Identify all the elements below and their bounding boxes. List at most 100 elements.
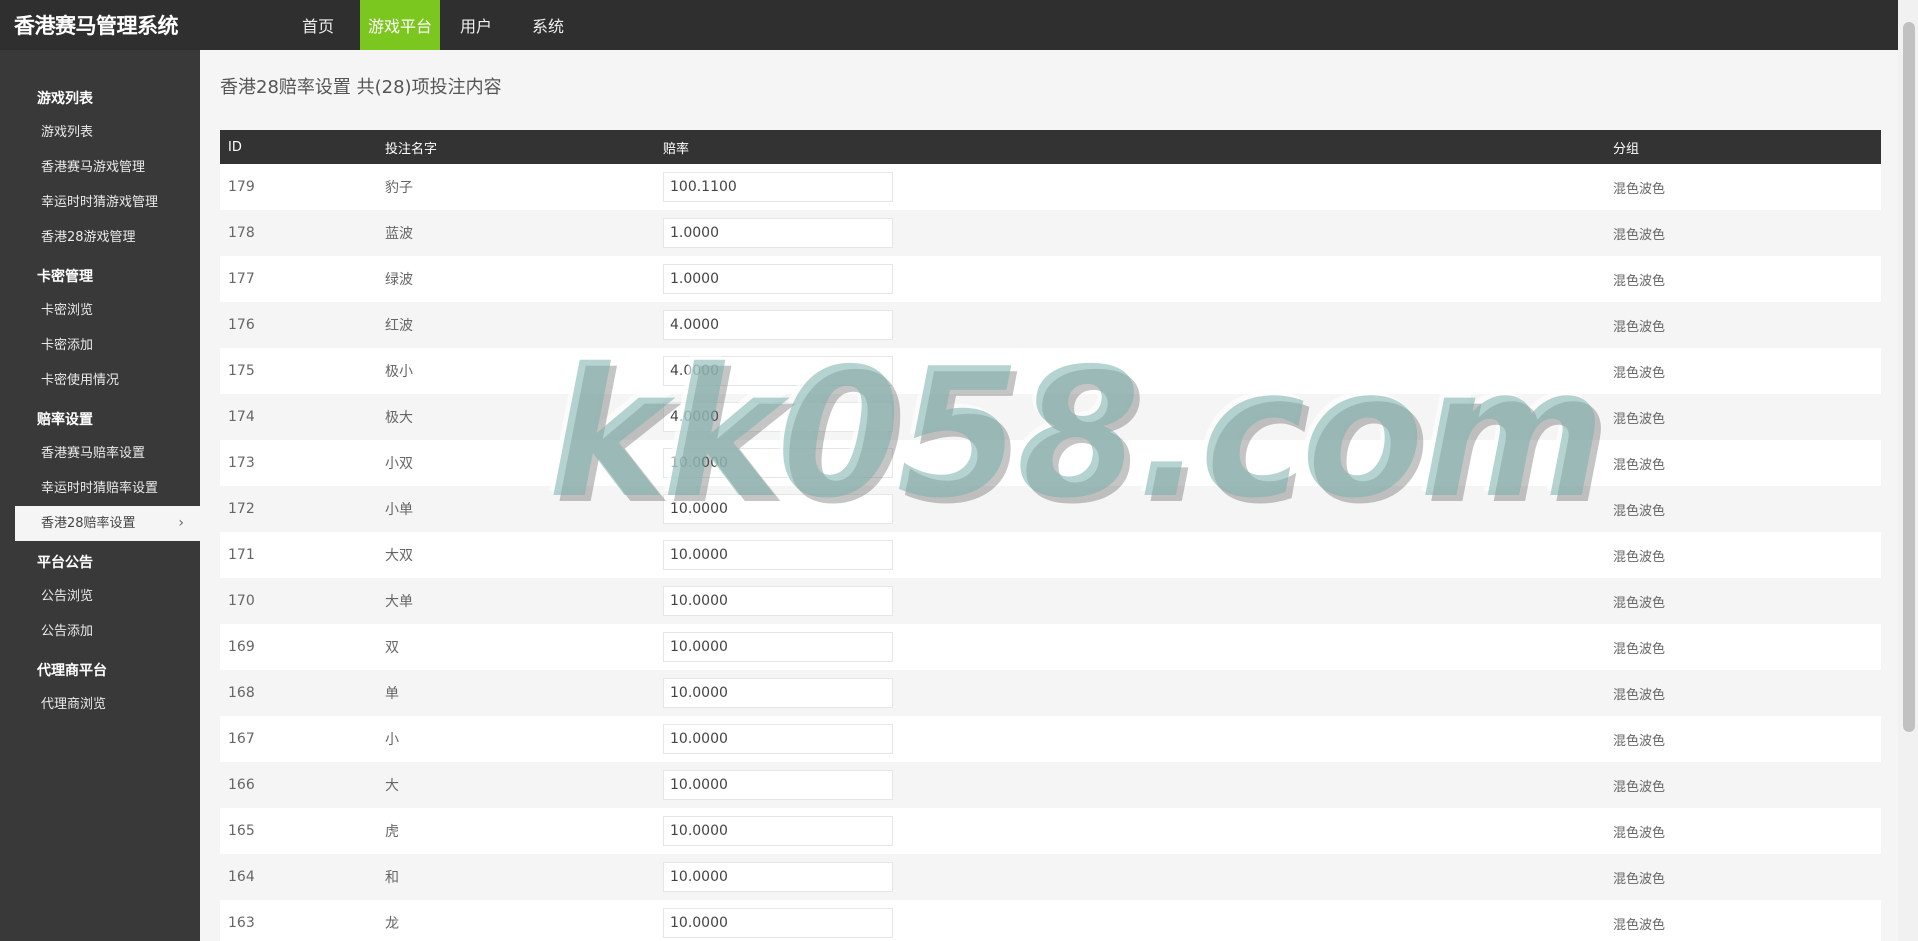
cell-group: 混色波色 [1613, 595, 1666, 611]
cell-odds [655, 762, 1605, 808]
cell-group: 混色波色 [1613, 227, 1666, 243]
odds-input[interactable] [663, 678, 893, 708]
cell-odds [655, 808, 1605, 854]
cell-bet-name: 大 [385, 778, 399, 794]
table-row: 165 虎 混色波色 [220, 808, 1881, 854]
odds-input[interactable] [663, 862, 893, 892]
odds-input[interactable] [663, 540, 893, 570]
nav-home[interactable]: 首页 [282, 0, 360, 50]
sidebar: 游戏列表 游戏列表 香港赛马游戏管理 幸运时时猜游戏管理 香港28游戏管理 卡密管理 卡密浏… [0, 50, 200, 941]
odds-input[interactable] [663, 356, 893, 386]
cell-id: 179 [228, 179, 255, 195]
cell-bet-name: 小 [385, 732, 399, 748]
odds-input[interactable] [663, 586, 893, 616]
cell-group: 混色波色 [1613, 365, 1666, 381]
cell-bet-name: 红波 [385, 318, 413, 334]
odds-input[interactable] [663, 494, 893, 524]
cell-group: 混色波色 [1613, 549, 1666, 565]
cell-odds [655, 348, 1605, 394]
cell-group: 混色波色 [1613, 181, 1666, 197]
sidebar-item[interactable]: 卡密添加 [0, 328, 200, 363]
sidebar-item[interactable]: 香港28赔率设置 › [15, 506, 200, 541]
cell-odds [655, 440, 1605, 486]
cell-id: 178 [228, 225, 255, 241]
odds-input[interactable] [663, 448, 893, 478]
odds-table: ID 投注名字 赔率 分组 179豹子混色波色178蓝波混色波色177绿波混色波… [220, 130, 1881, 941]
cell-id: 174 [228, 409, 255, 425]
table-row: 175 极小 混色波色 [220, 348, 1881, 394]
odds-input[interactable] [663, 908, 893, 938]
sidebar-item-label: 香港赛马游戏管理 [41, 160, 146, 175]
brand-title: 香港赛马管理系统 [14, 13, 179, 38]
cell-odds [655, 624, 1605, 670]
scrollbar-thumb[interactable] [1903, 22, 1915, 732]
cell-group: 混色波色 [1613, 733, 1666, 749]
odds-input[interactable] [663, 172, 893, 202]
cell-id: 163 [228, 915, 255, 931]
table-row: 176 红波 混色波色 [220, 302, 1881, 348]
odds-input[interactable] [663, 402, 893, 432]
sidebar-item-label: 公告浏览 [41, 589, 94, 604]
cell-id: 169 [228, 639, 255, 655]
sidebar-item[interactable]: 公告添加 [0, 614, 200, 649]
odds-input[interactable] [663, 816, 893, 846]
table-row: 172 小单 混色波色 [220, 486, 1881, 532]
sidebar-group-title: 平台公告 [37, 555, 93, 571]
sidebar-item[interactable]: 卡密使用情况 [0, 363, 200, 398]
cell-odds [655, 670, 1605, 716]
sidebar-item[interactable]: 游戏列表 [0, 115, 200, 150]
sidebar-item[interactable]: 香港28游戏管理 [0, 220, 200, 255]
cell-bet-name: 大双 [385, 548, 413, 564]
cell-bet-name: 豹子 [385, 180, 413, 196]
sidebar-item[interactable]: 幸运时时猜游戏管理 [0, 185, 200, 220]
sidebar-item[interactable]: 幸运时时猜赔率设置 [0, 471, 200, 506]
cell-bet-name: 双 [385, 640, 399, 656]
cell-odds [655, 900, 1605, 941]
nav-game-platform[interactable]: 游戏平台 [360, 0, 441, 50]
odds-input[interactable] [663, 264, 893, 294]
odds-input[interactable] [663, 770, 893, 800]
main-content: 香港28赔率设置 共(28)项投注内容 ID 投注名字 赔率 分组 179豹子混… [200, 50, 1898, 941]
cell-group: 混色波色 [1613, 319, 1666, 335]
cell-id: 165 [228, 823, 255, 839]
cell-bet-name: 单 [385, 686, 399, 702]
sidebar-item[interactable]: 代理商浏览 [0, 687, 200, 722]
cell-group: 混色波色 [1613, 503, 1666, 519]
sidebar-item[interactable]: 香港赛马游戏管理 [0, 150, 200, 185]
scrollbar-track[interactable] [1898, 0, 1918, 941]
table-row: 177 绿波 混色波色 [220, 256, 1881, 302]
cell-odds [655, 716, 1605, 762]
cell-id: 166 [228, 777, 255, 793]
cell-group: 混色波色 [1613, 871, 1666, 887]
sidebar-item-label: 代理商浏览 [41, 697, 107, 712]
sidebar-item[interactable]: 卡密浏览 [0, 293, 200, 328]
odds-input[interactable] [663, 310, 893, 340]
odds-input[interactable] [663, 724, 893, 754]
cell-bet-name: 绿波 [385, 272, 413, 288]
table-row: 174 极大 混色波色 [220, 394, 1881, 440]
cell-id: 173 [228, 455, 255, 471]
cell-group: 混色波色 [1613, 457, 1666, 473]
cell-odds [655, 394, 1605, 440]
cell-group: 混色波色 [1613, 917, 1666, 933]
cell-odds [655, 302, 1605, 348]
cell-group: 混色波色 [1613, 411, 1666, 427]
cell-odds [655, 164, 1605, 210]
cell-id: 170 [228, 593, 255, 609]
table-header-row: ID 投注名字 赔率 分组 [220, 130, 1881, 164]
cell-bet-name: 小单 [385, 502, 413, 518]
odds-input[interactable] [663, 218, 893, 248]
cell-odds [655, 854, 1605, 900]
sidebar-item[interactable]: 公告浏览 [0, 579, 200, 614]
nav-users[interactable]: 用户 [440, 0, 512, 50]
sidebar-item[interactable]: 香港赛马赔率设置 [0, 436, 200, 471]
sidebar-group-title: 赔率设置 [37, 412, 93, 428]
sidebar-group-title: 代理商平台 [37, 663, 107, 679]
odds-input[interactable] [663, 632, 893, 662]
sidebar-item-label: 卡密浏览 [41, 303, 94, 318]
table-row: 164 和 混色波色 [220, 854, 1881, 900]
table-row: 170 大单 混色波色 [220, 578, 1881, 624]
nav-system[interactable]: 系统 [512, 0, 584, 50]
table-row: 168 单 混色波色 [220, 670, 1881, 716]
cell-id: 171 [228, 547, 255, 563]
